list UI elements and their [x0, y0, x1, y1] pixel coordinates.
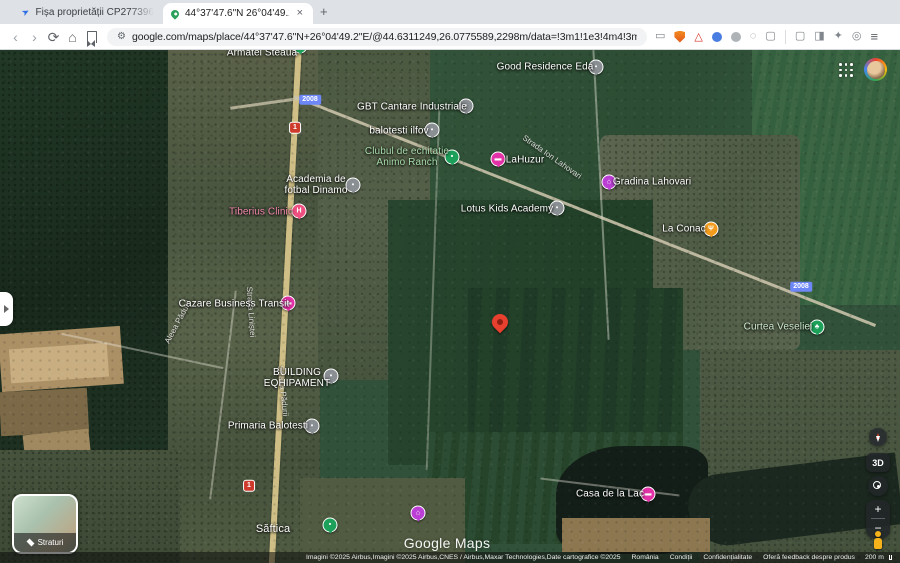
site-settings-icon[interactable]: ⚙: [117, 32, 126, 42]
reload-icon[interactable]: ⟳: [44, 30, 63, 44]
good-residence-eda-label[interactable]: Good Residence Eda: [497, 61, 594, 72]
lahuzur-marker[interactable]: ▬: [491, 152, 506, 167]
toolbar-divider: [785, 30, 786, 44]
attribution-links: România Condiții Confidențialitate Oferă fe…: [621, 554, 855, 561]
tab-crm-title: Fișa proprietății CP2773969 | CRM: [36, 7, 154, 18]
sparkle-icon[interactable]: ✦: [834, 31, 843, 42]
casa-de-la-lac-label[interactable]: Casa de la Lac: [576, 488, 644, 499]
zoom-in-button[interactable]: +: [866, 500, 890, 518]
my-location-button[interactable]: [868, 476, 888, 496]
extension-icon-1[interactable]: [712, 32, 722, 42]
menu-icon[interactable]: ≡: [870, 29, 878, 44]
primaria-balotesti-label[interactable]: Primaria Balotesti: [228, 420, 308, 431]
split-view-icon[interactable]: ▢: [795, 31, 805, 42]
crm-favicon-icon: ➤: [22, 5, 32, 18]
attribution-link-3[interactable]: Oferă feedback despre produs: [763, 554, 855, 561]
tan-field-bottom: [562, 518, 710, 552]
forward-icon[interactable]: ›: [25, 30, 44, 44]
home-icon[interactable]: ⌂: [63, 30, 82, 44]
road-badge-1-1: 1: [290, 123, 300, 133]
saftica-label[interactable]: Săftica: [256, 523, 290, 535]
balotesti-ilfov-label[interactable]: balotesti ilfov: [369, 125, 428, 136]
account-avatar[interactable]: [864, 58, 887, 81]
tiberius-clinic-label[interactable]: Tiberius Clinic: [229, 206, 293, 217]
clubul-de-echitatie-animo-ranch-label[interactable]: Clubul de echitatieAnimo Ranch: [365, 146, 449, 168]
poi-lake-lodging-marker[interactable]: ⌂: [411, 506, 426, 521]
pegman-head: [875, 531, 881, 537]
map-canvas[interactable]: •Armatei Steaua▪Good Residence Eda▪GBT C…: [0, 50, 900, 563]
cazare-business-transit-label[interactable]: Cazare Business Transit: [179, 298, 290, 309]
toolbar-right-icons: ▭ △ ◌ ▢ ▢ ◨ ✦ ◎ ≡: [655, 29, 888, 44]
academia-de-fotbal-dinamo-label[interactable]: Academia defotbal Dinamo: [285, 174, 348, 196]
layers-control[interactable]: Straturi: [12, 494, 78, 554]
tab-strip: ➤ Fișa proprietății CP2773969 | CRM 44°3…: [0, 0, 900, 24]
compass[interactable]: [869, 428, 887, 446]
side-panel-expand-button[interactable]: [0, 292, 13, 326]
scale-label: 200 m: [865, 554, 884, 561]
browser-window: ➤ Fișa proprietății CP2773969 | CRM 44°3…: [0, 0, 900, 563]
new-tab-button[interactable]: +: [320, 4, 328, 20]
attribution-link-0[interactable]: România: [632, 554, 659, 561]
tab-maps-title: 44°37'47.6"N 26°04'49.2"E -: [185, 8, 289, 19]
tan-field-2: [9, 343, 109, 384]
road-badge-2008-0: 2008: [299, 95, 321, 105]
imagery-attribution: Imagini ©2025 Airbus,Imagini ©2025 Airbu…: [306, 554, 621, 561]
attribution-link-2[interactable]: Confidențialitate: [703, 554, 752, 561]
bookmark-icon[interactable]: [87, 31, 97, 43]
lahuzur-label[interactable]: LaHuzur: [506, 154, 545, 165]
tab-crm[interactable]: ➤ Fișa proprietății CP2773969 | CRM: [22, 0, 160, 24]
layers-label: Straturi: [38, 538, 64, 547]
pegman[interactable]: [872, 531, 884, 549]
warning-triangle-icon[interactable]: △: [694, 30, 702, 43]
close-tab-icon[interactable]: ×: [295, 7, 305, 20]
maps-pin-favicon-icon: [169, 8, 180, 19]
la-conac-label[interactable]: La Conac: [662, 223, 706, 234]
extension-icon-3[interactable]: ◌: [750, 31, 757, 42]
attribution-link-1[interactable]: Condiții: [670, 554, 693, 561]
extension-icon-4[interactable]: ▢: [765, 31, 775, 42]
scale-bar: [889, 555, 892, 560]
google-maps-watermark: Google Maps: [404, 535, 491, 551]
cast-icon[interactable]: ▭: [655, 31, 665, 42]
gradina-lahovari-label[interactable]: Gradina Lahovari: [613, 176, 691, 187]
tab-maps[interactable]: 44°37'47.6"N 26°04'49.2"E - ×: [163, 3, 313, 24]
address-bar[interactable]: ⚙ google.com/maps/place/44°37'47.6"N+26°…: [107, 28, 647, 46]
sidebar-toggle-icon[interactable]: ◨: [814, 31, 824, 42]
adblock-shield-icon[interactable]: [674, 31, 685, 43]
3d-button[interactable]: 3D: [866, 453, 890, 472]
back-icon[interactable]: ‹: [6, 30, 25, 44]
browser-toolbar: ‹ › ⟳ ⌂ ⚙ google.com/maps/place/44°37'47…: [0, 24, 900, 50]
building-eqhipament-label[interactable]: BUILDINGEQHIPAMENT: [264, 367, 330, 389]
google-apps-grid-icon[interactable]: [839, 63, 853, 77]
privacy-shield-icon[interactable]: ◎: [852, 31, 862, 42]
lotus-kids-academy-label[interactable]: Lotus Kids Academy: [461, 203, 553, 214]
tiberius-clinic-marker[interactable]: H: [292, 204, 307, 219]
layers-caption: Straturi: [14, 533, 76, 552]
road-badge-2008-2: 2008: [790, 282, 812, 292]
gbt-cantare-industriale-label[interactable]: GBT Cantare Industriale: [357, 101, 467, 112]
layers-icon: [26, 539, 34, 547]
academia-de-fotbal-dinamo-marker[interactable]: ▪: [346, 178, 361, 193]
url-text[interactable]: google.com/maps/place/44°37'47.6"N+26°04…: [132, 31, 637, 43]
attribution-bar: Imagini ©2025 Airbus,Imagini ©2025 Airbu…: [0, 552, 900, 563]
pegman-body: [874, 538, 882, 549]
poi-saftica-green-marker[interactable]: •: [323, 518, 338, 533]
road-badge-1-3: 1: [244, 481, 254, 491]
armatei-steaua-label[interactable]: Armatei Steaua: [227, 50, 297, 59]
extension-icon-2[interactable]: [731, 32, 741, 42]
curtea-veseliei-label[interactable]: Curtea Veseliei: [744, 321, 813, 332]
